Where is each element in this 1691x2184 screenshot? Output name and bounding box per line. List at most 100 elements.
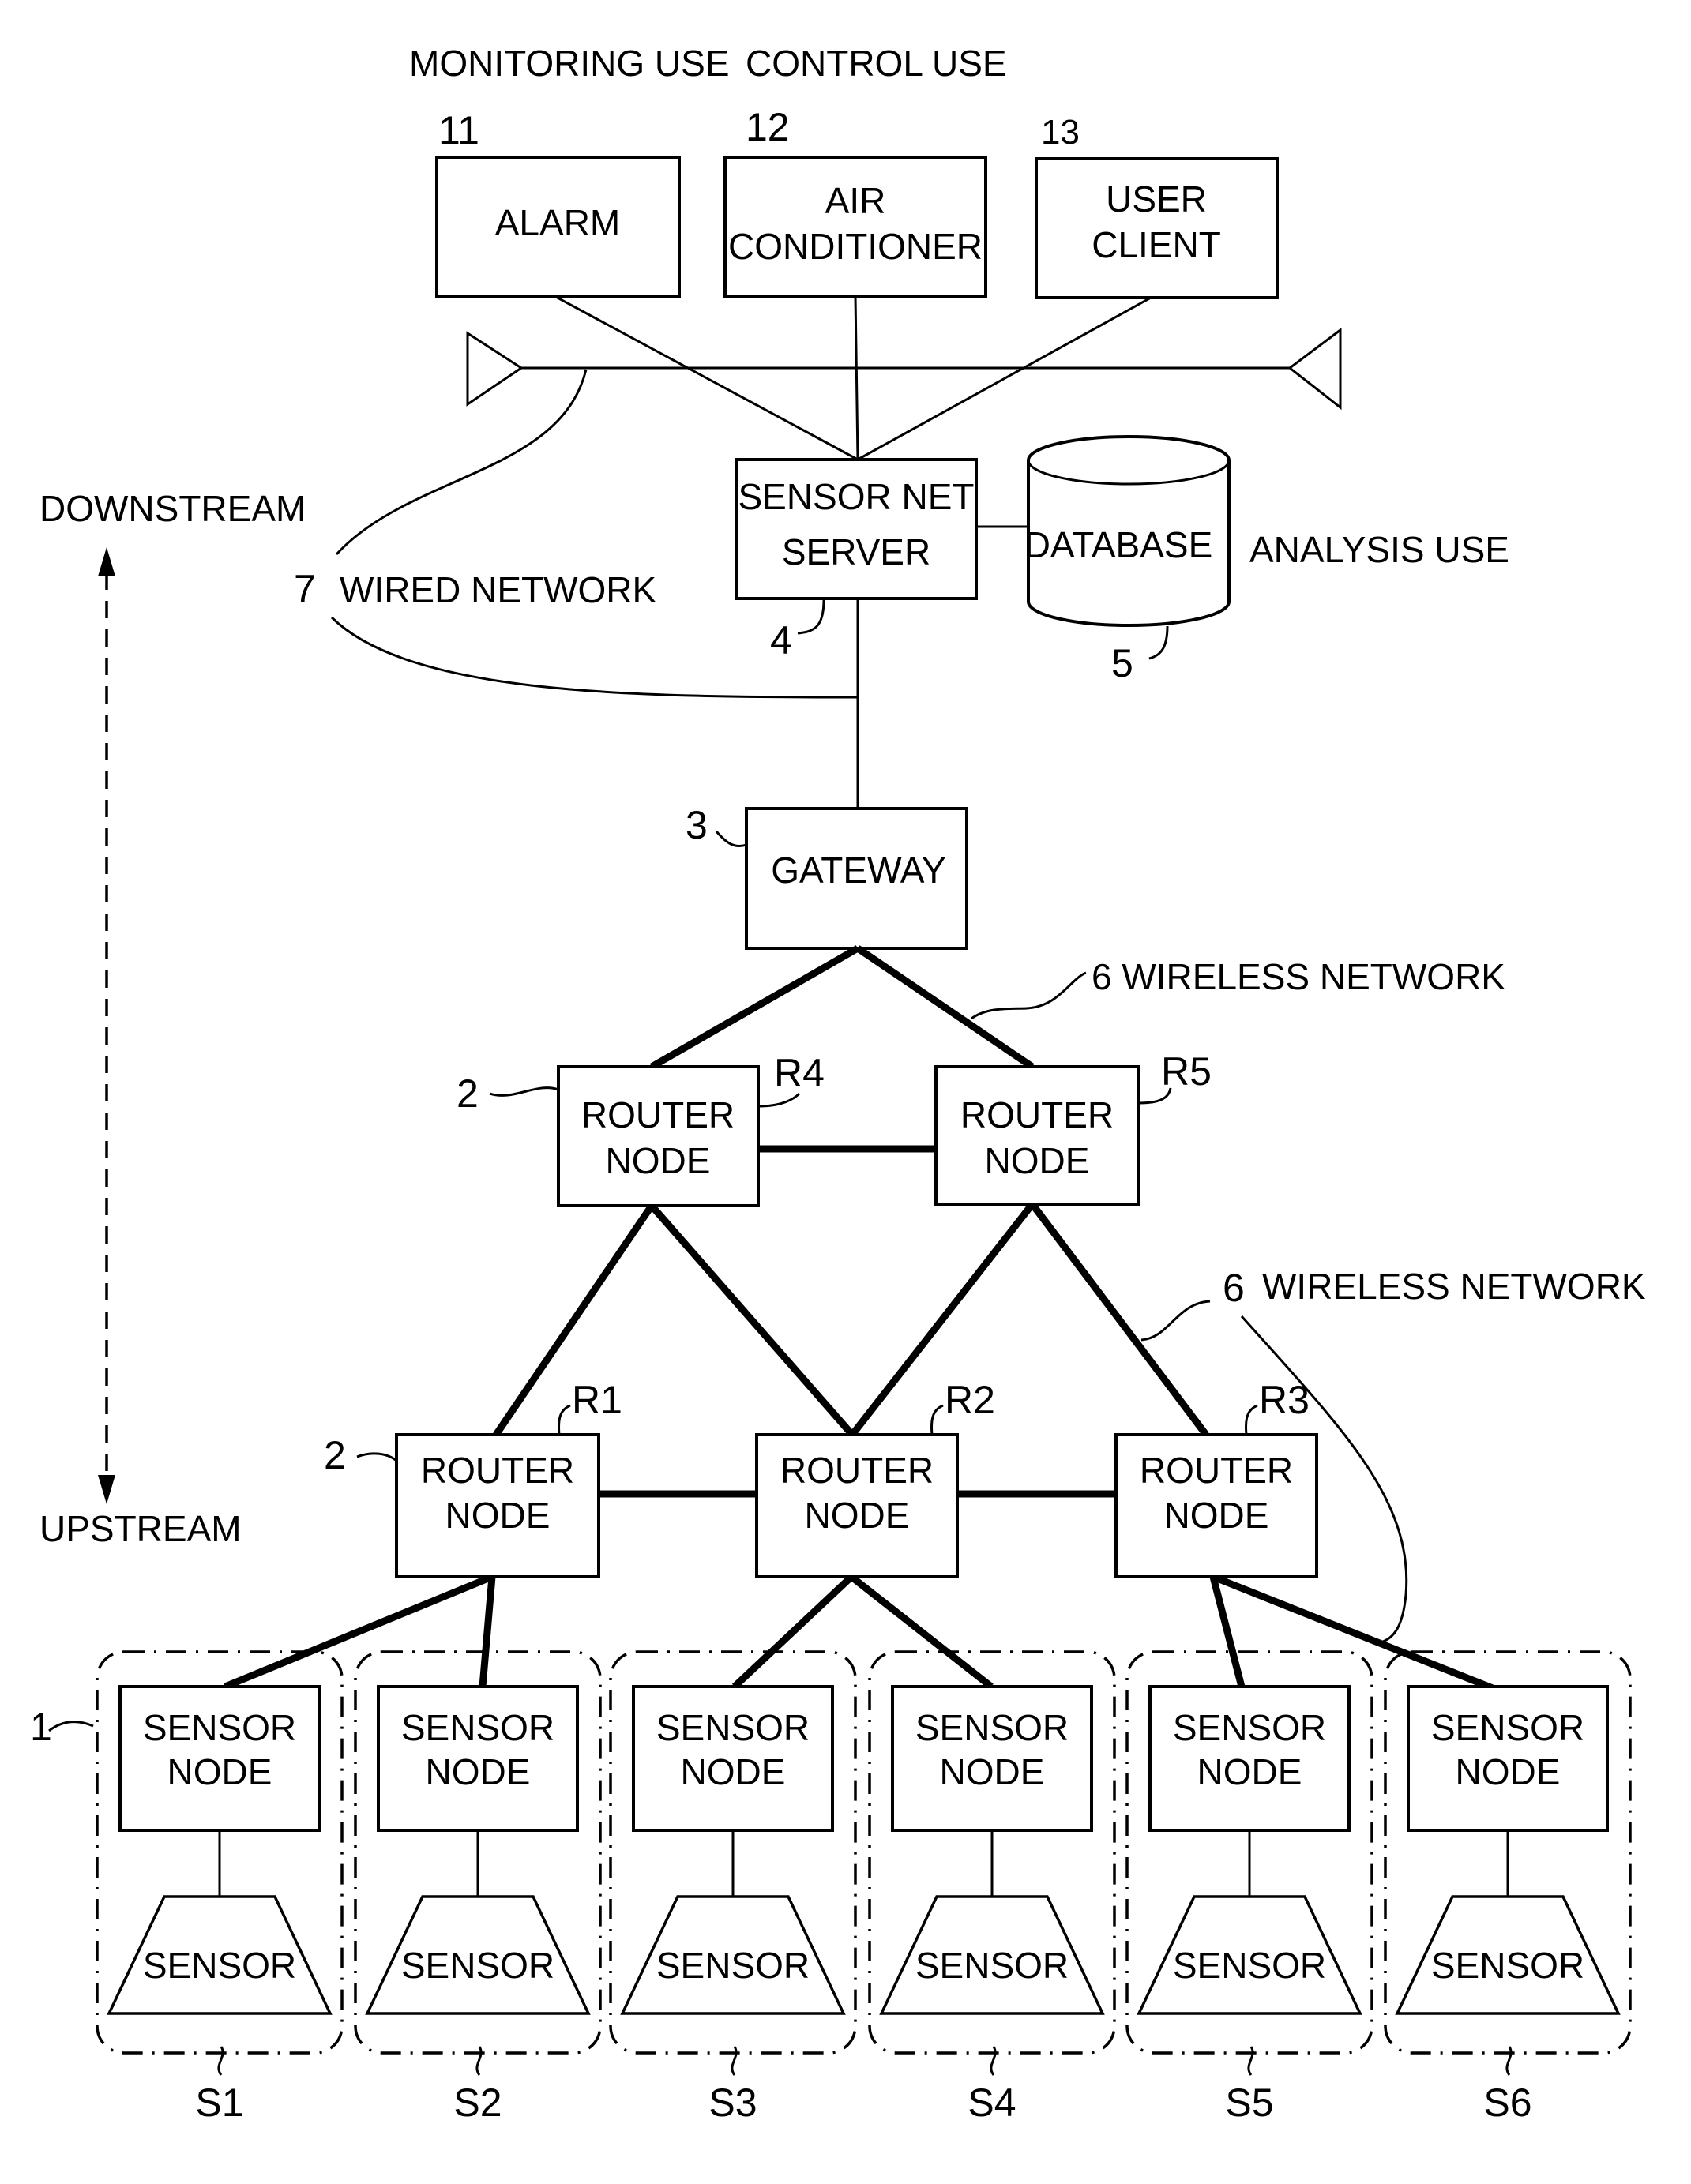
- router-ref-lower-leader: [356, 1452, 397, 1462]
- sensor-group-id-leader: [990, 2046, 997, 2076]
- sensor-group-ref: 1: [30, 1705, 52, 1749]
- link-r5-r3: [1029, 1202, 1209, 1437]
- link-r1-s2: [479, 1576, 496, 1687]
- link-r3-s6: [1212, 1573, 1498, 1694]
- router-r3-id: R3: [1259, 1378, 1310, 1422]
- gateway-node: 3 GATEWAY: [686, 803, 968, 950]
- user-client-label-line2: CLIENT: [1092, 224, 1221, 265]
- air-conditioner-label-line2: CONDITIONER: [728, 226, 983, 267]
- router-node-r3: ROUTER NODE R3: [1114, 1378, 1318, 1578]
- sensor-node-label-line2: NODE: [681, 1751, 786, 1792]
- router-r2-label-line1: ROUTER: [780, 1450, 934, 1491]
- sensor-group-id-leader: [731, 2046, 738, 2076]
- sensor-groups: SENSORNODESENSORS1SENSORNODESENSORS2SENS…: [96, 1650, 1632, 2125]
- link-gateway-r5: [855, 945, 1035, 1070]
- router-r3-label-line2: NODE: [1164, 1495, 1269, 1536]
- link-gateway-r4: [649, 945, 860, 1070]
- router-ref-upper-leader: [489, 1086, 559, 1097]
- link-r2-s4: [849, 1574, 994, 1690]
- sensor-group-s3: SENSORNODESENSORS3: [609, 1650, 857, 2125]
- sensor-label: SENSOR: [1173, 1945, 1326, 1986]
- router-r2-label-line2: NODE: [805, 1495, 910, 1536]
- router-ref-upper: 2: [457, 1071, 479, 1116]
- sensor-group-id: S6: [1483, 2081, 1531, 2125]
- database-ref: 5: [1111, 641, 1133, 685]
- gateway-label: GATEWAY: [771, 850, 946, 891]
- gateway-ref: 3: [686, 803, 708, 847]
- sensor-node-label-line1: SENSOR: [1431, 1707, 1584, 1748]
- server-label-line1: SENSOR NET: [738, 476, 974, 517]
- sensor-node-label-line1: SENSOR: [401, 1707, 554, 1748]
- sensor-node-label-line1: SENSOR: [143, 1707, 296, 1748]
- link-r5-r2: [849, 1202, 1035, 1437]
- sensor-node-label-line2: NODE: [167, 1751, 272, 1792]
- sensor-net-server-node: SENSOR NET SERVER 4: [735, 458, 978, 662]
- air-conditioner-server-link: [854, 295, 859, 460]
- router-r5-label-line1: ROUTER: [960, 1094, 1114, 1135]
- sensor-group-id-leader: [1247, 2046, 1254, 2076]
- sensor-node-label-line2: NODE: [1197, 1751, 1302, 1792]
- wired-network-leader-upper: [335, 369, 588, 556]
- wireless-links: [224, 945, 1498, 1694]
- router-r1-label-line1: ROUTER: [421, 1450, 574, 1491]
- sensor-group-s6: SENSORNODESENSORS6: [1384, 1650, 1632, 2125]
- router-r1-label-line2: NODE: [445, 1495, 551, 1536]
- sensor-group-id-leader: [475, 2046, 483, 2076]
- analysis-use-heading: ANALYSIS USE: [1249, 529, 1509, 570]
- link-r2-s3: [731, 1574, 855, 1690]
- sensor-group-id-leader: [217, 2046, 224, 2076]
- air-conditioner-node: 12 AIR CONDITIONER: [723, 105, 987, 298]
- control-use-heading: CONTROL USE: [746, 43, 1007, 84]
- link-r3-s5: [1209, 1575, 1246, 1691]
- arrow-up-icon: [98, 547, 115, 576]
- air-conditioner-ref: 12: [746, 105, 790, 149]
- router-r4-id-leader: [758, 1092, 801, 1108]
- sensor-label: SENSOR: [143, 1945, 296, 1986]
- sensor-group-ref-leader: [48, 1721, 94, 1732]
- sensor-label: SENSOR: [1431, 1945, 1584, 1986]
- user-client-server-link: [857, 296, 1152, 461]
- sensor-group-id: S1: [195, 2081, 243, 2125]
- user-client-ref: 13: [1041, 113, 1080, 152]
- sensor-group-s4: SENSORNODESENSORS4: [868, 1650, 1116, 2125]
- sensor-node-label-line2: NODE: [1456, 1751, 1561, 1792]
- sensor-network-diagram: MONITORING USE CONTROL USE 11 ALARM 12 A…: [30, 43, 1646, 2125]
- server-ref: 4: [770, 618, 792, 662]
- monitoring-use-heading: MONITORING USE: [409, 43, 730, 84]
- alarm-server-link: [554, 295, 859, 461]
- sensor-group-id: S5: [1225, 2081, 1273, 2125]
- router-node-r5: ROUTER NODE R5: [934, 1049, 1212, 1206]
- direction-indicator: DOWNSTREAM UPSTREAM: [39, 488, 306, 1549]
- sensor-group-s5: SENSORNODESENSORS5: [1125, 1650, 1373, 2125]
- air-conditioner-label-line1: AIR: [825, 180, 886, 221]
- sensor-group-id-leader: [1505, 2046, 1513, 2076]
- router-r4-label-line2: NODE: [606, 1140, 711, 1181]
- router-r3-id-leader: [1245, 1404, 1258, 1435]
- alarm-ref: 11: [438, 108, 479, 152]
- database-ref-leader: [1148, 625, 1169, 660]
- sensor-group-id: S4: [968, 2081, 1016, 2125]
- bus-terminator-right-icon: [1287, 328, 1342, 411]
- sensor-node-label-line2: NODE: [426, 1751, 531, 1792]
- wireless-network-lower-label: WIRELESS NETWORK: [1262, 1266, 1646, 1307]
- user-client-node: 13 USER CLIENT: [1035, 113, 1279, 299]
- arrow-down-icon: [98, 1475, 115, 1504]
- router-r1-id: R1: [572, 1378, 622, 1422]
- bus-terminator-left-icon: [466, 331, 524, 407]
- router-ref-lower: 2: [324, 1433, 346, 1477]
- server-label-line2: SERVER: [782, 531, 930, 572]
- router-r2-id-leader: [930, 1404, 944, 1435]
- wireless-network-upper-leader: [971, 971, 1087, 1020]
- sensor-group-id: S3: [708, 2081, 757, 2125]
- router-box-r4: [557, 1065, 760, 1207]
- sensor-label: SENSOR: [401, 1945, 554, 1986]
- database-label: DATABASE: [1024, 524, 1213, 565]
- router-node-r1: 2 ROUTER NODE R1: [324, 1378, 622, 1578]
- link-r4-r2: [648, 1203, 855, 1437]
- user-client-label-line1: USER: [1106, 178, 1207, 220]
- sensor-group-s1: SENSORNODESENSORS1: [96, 1650, 344, 2125]
- sensor-label: SENSOR: [915, 1945, 1069, 1986]
- router-r2-id: R2: [945, 1378, 995, 1422]
- upstream-label: UPSTREAM: [39, 1508, 242, 1549]
- sensor-node-label-line2: NODE: [940, 1751, 1045, 1792]
